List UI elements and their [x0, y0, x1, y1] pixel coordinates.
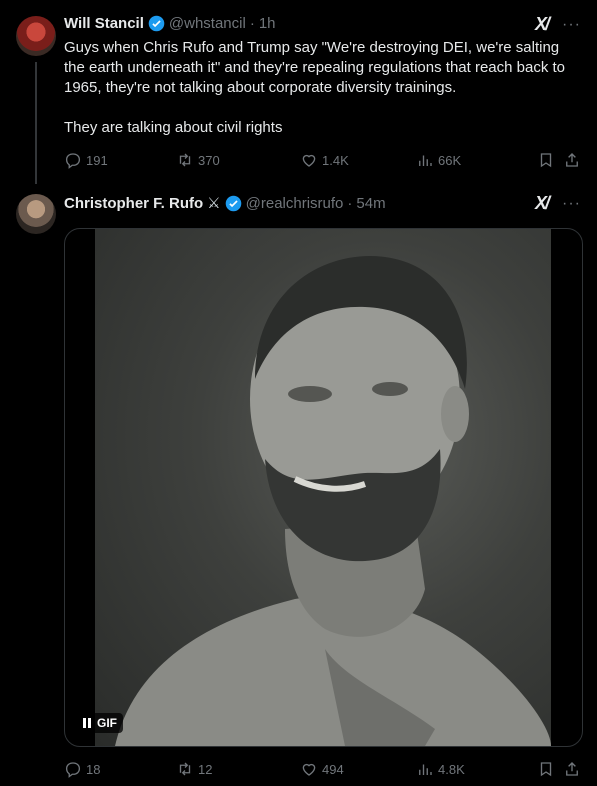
- avatar[interactable]: [16, 194, 56, 234]
- tweet-header: Christopher F. Rufo ⚔ @realchrisrufo · 5…: [64, 194, 386, 213]
- tweet-header: Will Stancil @whstancil · 1h: [64, 15, 276, 32]
- like-button[interactable]: 1.4K: [300, 151, 349, 169]
- reply-icon: [65, 153, 81, 169]
- views-count: 4.8K: [438, 761, 465, 777]
- share-button[interactable]: [563, 760, 581, 778]
- bookmark-icon: [540, 153, 552, 168]
- more-options-icon[interactable]: ···: [562, 16, 581, 34]
- bookmark-icon: [540, 762, 552, 777]
- separator: ·: [347, 194, 353, 212]
- views-button[interactable]: 66K: [416, 151, 461, 169]
- action-bar: 18 12 494 4.8K: [64, 759, 581, 779]
- views-button[interactable]: 4.8K: [416, 760, 465, 778]
- bookmark-button[interactable]: [537, 151, 555, 169]
- views-count: 66K: [438, 152, 462, 168]
- handle[interactable]: @realchrisrufo: [246, 195, 344, 212]
- repost-button[interactable]: 370: [176, 151, 220, 169]
- separator: ·: [249, 15, 255, 32]
- share-button[interactable]: [563, 151, 581, 169]
- tweet-top-actions: X/ ···: [535, 14, 581, 35]
- reply-button[interactable]: 18: [64, 760, 100, 778]
- reply-button[interactable]: 191: [64, 151, 108, 169]
- action-bar: 191 370 1.4K 66K: [64, 150, 581, 170]
- tweet-top-actions: X/ ···: [535, 193, 581, 214]
- timestamp[interactable]: 1h: [259, 15, 276, 32]
- display-name[interactable]: Will Stancil: [64, 15, 144, 32]
- repost-icon: [179, 153, 191, 167]
- reply-icon: [65, 762, 81, 778]
- views-icon: [419, 764, 432, 775]
- views-icon: [419, 155, 432, 166]
- like-count: 494: [322, 761, 344, 777]
- repost-count: 370: [198, 152, 220, 168]
- display-name[interactable]: Christopher F. Rufo: [64, 195, 203, 212]
- share-icon: [566, 153, 578, 167]
- like-button[interactable]: 494: [300, 760, 344, 778]
- reply-count: 18: [86, 761, 101, 777]
- bookmark-button[interactable]: [537, 760, 555, 778]
- share-icon: [566, 762, 578, 776]
- like-count: 1.4K: [322, 152, 349, 168]
- repost-button[interactable]: 12: [176, 760, 212, 778]
- crossed-swords-icon: ⚔: [207, 195, 221, 212]
- repost-count: 12: [198, 761, 213, 777]
- portrait-illustration: [115, 256, 551, 746]
- timestamp[interactable]: 54m: [356, 195, 385, 212]
- avatar[interactable]: [16, 16, 56, 56]
- gif-badge[interactable]: GIF: [77, 713, 123, 733]
- grok-icon[interactable]: X/: [535, 14, 550, 35]
- verified-badge-icon: [225, 195, 241, 211]
- gif-media[interactable]: GIF: [64, 228, 583, 747]
- tweet-text: Guys when Chris Rufo and Trump say "We'r…: [64, 39, 566, 136]
- gif-image[interactable]: [95, 229, 551, 746]
- pause-icon[interactable]: [83, 718, 91, 728]
- heart-icon: [302, 763, 316, 776]
- verified-badge-icon: [148, 15, 165, 32]
- gif-label: GIF: [97, 716, 117, 730]
- grok-icon[interactable]: X/: [535, 193, 550, 214]
- reply-count: 191: [86, 152, 108, 168]
- thread-line: [35, 62, 37, 184]
- repost-icon: [179, 762, 191, 776]
- heart-icon: [302, 154, 316, 167]
- more-options-icon[interactable]: ···: [562, 195, 581, 213]
- handle[interactable]: @whstancil: [169, 15, 246, 32]
